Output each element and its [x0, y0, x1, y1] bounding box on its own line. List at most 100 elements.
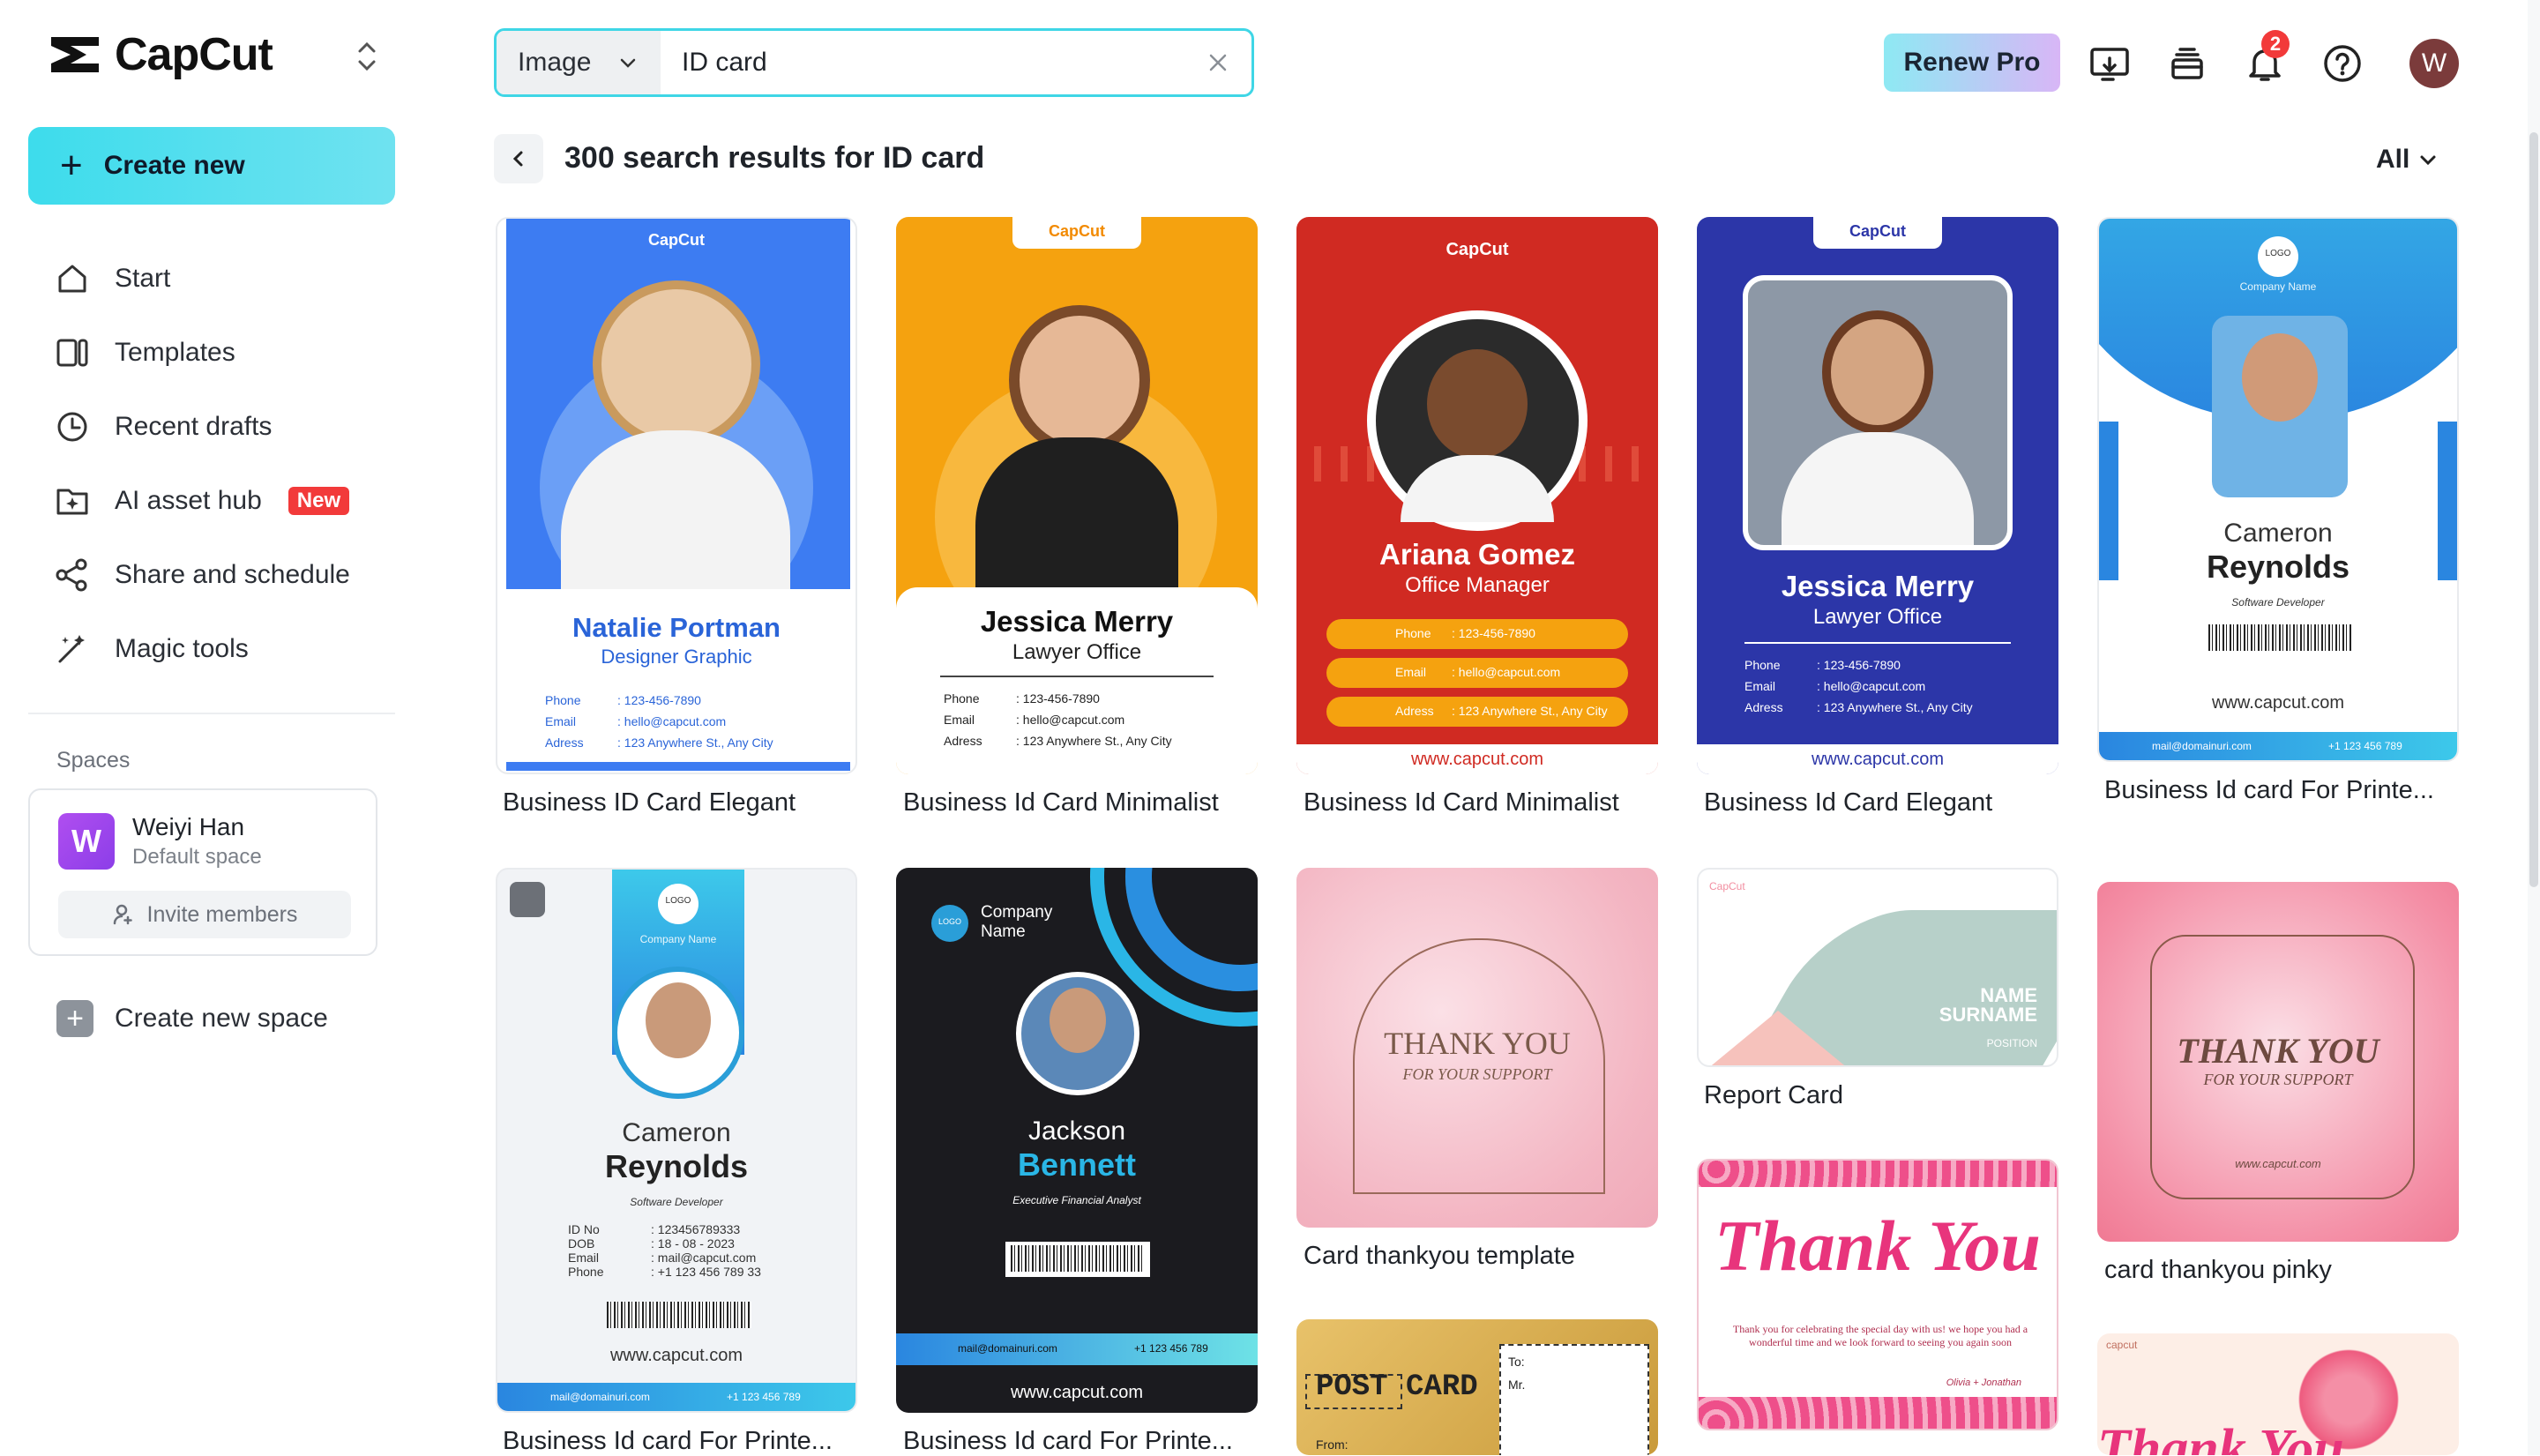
card-first-name: Cameron	[622, 1118, 731, 1147]
card-brand: CapCut	[1709, 880, 1745, 892]
stack-icon[interactable]	[2166, 42, 2208, 85]
notification-badge: 2	[2261, 30, 2290, 58]
help-icon[interactable]	[2321, 42, 2364, 85]
card-website: www.capcut.com	[2211, 693, 2345, 713]
card-logo: LOGO	[665, 896, 691, 906]
create-new-space-label: Create new space	[115, 1004, 328, 1033]
template-card[interactable]: THANK YOU FOR YOUR SUPPORT www.capcut.co…	[2097, 882, 2459, 1285]
spaces-heading: Spaces	[56, 748, 131, 773]
search-input[interactable]	[661, 31, 1154, 94]
chevron-left-icon	[512, 151, 523, 167]
invite-members-label: Invite members	[146, 901, 298, 927]
sidebar-item-templates[interactable]: Templates	[53, 316, 350, 390]
template-card[interactable]: LOGO Company Name Cameron Reynolds Softw…	[2097, 217, 2459, 805]
back-button[interactable]	[494, 134, 543, 183]
filter-dropdown[interactable]: All	[2376, 145, 2438, 175]
space-card[interactable]: W Weiyi Han Default space Invite members	[28, 788, 377, 956]
template-caption: Business Id card For Printe...	[503, 1427, 833, 1455]
card-role: Designer Graphic	[601, 646, 752, 668]
card-field-label: Phone	[545, 693, 581, 707]
sidebar-item-label: Recent drafts	[115, 412, 273, 441]
template-caption: Card thankyou template	[1304, 1242, 1575, 1270]
capcut-logo-icon	[51, 37, 99, 72]
space-avatar: W	[58, 813, 115, 870]
card-headline: POST CARD	[1316, 1370, 1478, 1404]
renew-pro-button[interactable]: Renew Pro	[1884, 34, 2060, 92]
card-headline: THANK YOU	[2177, 1031, 2379, 1071]
template-card[interactable]: THANK YOU FOR YOUR SUPPORT Card thankyou…	[1296, 868, 1658, 1271]
card-field-label: Email	[545, 714, 577, 728]
card-field-label: Adress	[545, 735, 584, 750]
sidebar-item-ai-asset-hub[interactable]: AI asset hub New	[53, 464, 350, 538]
card-phone: +1 123 456 789	[727, 1391, 801, 1403]
download-desktop-icon[interactable]	[2088, 42, 2131, 85]
card-headline: Thank You	[2097, 1419, 2344, 1455]
template-card[interactable]: CapCut NAME SURNAME POSITION Report Card	[1697, 868, 2058, 1110]
template-card[interactable]: Thank You Thank you for celebrating the …	[1697, 1159, 2058, 1430]
template-card[interactable]: LOGO Company Name Cameron Reynolds Softw…	[496, 868, 857, 1456]
template-card[interactable]: CapCut Jessica Merry Lawyer Office Phone…	[896, 217, 1258, 818]
plus-icon: +	[60, 144, 83, 187]
sidebar-item-start[interactable]: Start	[53, 242, 350, 316]
card-logo: LOGO	[938, 917, 961, 926]
template-caption: Report Card	[1704, 1081, 1843, 1109]
search-type-dropdown[interactable]: Image	[497, 31, 661, 94]
invite-members-button[interactable]: Invite members	[58, 891, 351, 938]
card-field-label: ID No	[568, 1222, 600, 1236]
create-new-label: Create new	[103, 151, 245, 180]
sidebar-item-magic-tools[interactable]: Magic tools	[53, 612, 350, 686]
card-headline: Thank You	[1714, 1206, 2041, 1286]
card-to-label: To:	[1508, 1355, 1525, 1369]
template-caption: Business Id card For Printe...	[2104, 776, 2434, 804]
template-thumbnail: CapCut Natalie Portman Designer Graphic …	[496, 217, 857, 774]
clear-search-icon[interactable]	[1204, 49, 1232, 77]
card-person-name: Jessica Merry	[1781, 570, 1975, 602]
template-caption: Business Id Card Elegant	[1704, 788, 1993, 817]
template-card[interactable]: POST CARD From: To: Mr.	[1296, 1319, 1658, 1455]
create-new-space-button[interactable]: + Create new space	[56, 1000, 328, 1037]
template-card[interactable]: CapCut Natalie Portman Designer Graphic …	[496, 217, 857, 818]
chevron-down-icon	[2420, 155, 2436, 166]
user-avatar[interactable]: W	[2409, 39, 2459, 88]
card-website: www.capcut.com	[2235, 1157, 2321, 1170]
template-thumbnail: CapCut Jessica Merry Lawyer Office Phone…	[896, 217, 1258, 774]
chevron-up-down-icon[interactable]	[355, 39, 379, 74]
card-person-name: Jessica Merry	[980, 605, 1174, 638]
main-content: Image Renew Pro 2 W 300 search results f…	[423, 0, 2540, 1455]
template-card[interactable]: CapCut Jessica Merry Lawyer Office Phone…	[1697, 217, 2058, 818]
create-new-button[interactable]: + Create new	[28, 127, 395, 205]
scrollbar-thumb[interactable]	[2529, 132, 2538, 887]
template-thumbnail: POST CARD From: To: Mr.	[1296, 1319, 1658, 1455]
app-name: CapCut	[115, 29, 273, 80]
template-caption: card thankyou pinky	[2104, 1256, 2332, 1284]
template-card[interactable]: capcut Thank You	[2097, 1333, 2459, 1455]
card-brand: CapCut	[1049, 222, 1105, 240]
card-field-label: Email	[1395, 665, 1427, 679]
card-last-name: Bennett	[1018, 1146, 1136, 1183]
card-field-label: Phone	[1744, 658, 1781, 672]
card-logo: LOGO	[2265, 249, 2291, 258]
template-card[interactable]: CapCut Ariana Gomez Office Manager Phone…	[1296, 217, 1658, 818]
space-type: Default space	[132, 845, 262, 869]
template-thumbnail: LOGO Company Name Jackson Bennett Execut…	[896, 868, 1258, 1413]
clock-icon	[57, 412, 87, 442]
card-role: Software Developer	[630, 1196, 723, 1208]
card-mr-label: Mr.	[1508, 1378, 1526, 1392]
card-person-name: Natalie Portman	[572, 612, 781, 643]
card-field-label: Phone	[944, 691, 980, 706]
template-thumbnail: LOGO Company Name Cameron Reynolds Softw…	[496, 868, 857, 1413]
template-card[interactable]: LOGO Company Name Jackson Bennett Execut…	[896, 868, 1258, 1456]
capcut-logo[interactable]: CapCut	[48, 28, 273, 81]
card-field-value: : mail@capcut.com	[651, 1251, 757, 1265]
card-brand: capcut	[2106, 1339, 2138, 1351]
card-website: www.capcut.com	[1811, 750, 1945, 769]
card-field-label: Adress	[1744, 700, 1783, 714]
card-website: www.capcut.com	[1410, 750, 1544, 769]
sidebar-item-share-schedule[interactable]: Share and schedule	[53, 538, 350, 612]
space-name: Weiyi Han	[132, 813, 245, 840]
card-subline: FOR YOUR SUPPORT	[2203, 1071, 2353, 1088]
card-email: mail@domainuri.com	[2152, 740, 2252, 752]
card-role: Office Manager	[1405, 573, 1550, 597]
sidebar-item-recent-drafts[interactable]: Recent drafts	[53, 390, 350, 464]
template-thumbnail: CapCut Ariana Gomez Office Manager Phone…	[1296, 217, 1658, 774]
